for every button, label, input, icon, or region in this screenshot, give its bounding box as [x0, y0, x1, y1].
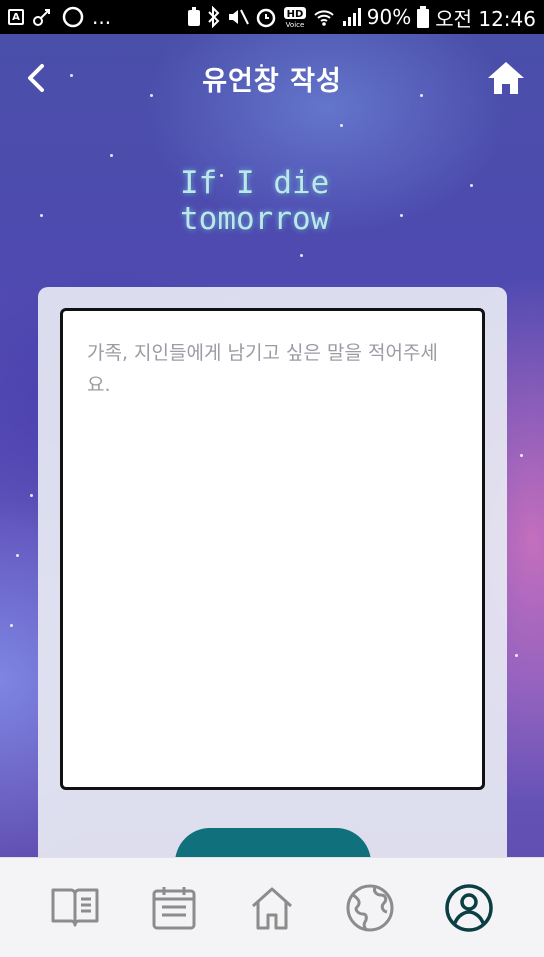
app-header: 유언장 작성	[0, 34, 544, 122]
notification-a-icon: A	[8, 9, 24, 25]
hero-line-1: If I die	[180, 165, 330, 201]
star	[110, 154, 113, 157]
back-button[interactable]	[14, 56, 58, 100]
star	[340, 124, 343, 127]
home-icon	[251, 887, 292, 929]
hero-title: If I die tomorrow	[180, 165, 400, 237]
calendar-icon	[152, 886, 196, 929]
clock: 오전 12:46	[435, 6, 536, 31]
status-more-indicator: ...	[92, 5, 112, 29]
bluetooth-icon	[207, 6, 221, 28]
wifi-icon	[313, 7, 335, 27]
signal-icon	[341, 7, 361, 27]
page-title: 유언장 작성	[202, 65, 342, 97]
star	[515, 654, 518, 657]
back-chevron-icon	[28, 64, 44, 92]
status-bar: A ... HD Voice 90% 오전 12:46	[0, 0, 544, 34]
star	[400, 214, 403, 217]
battery-percent: 90%	[366, 5, 412, 29]
star	[300, 254, 303, 257]
svg-text:Voice: Voice	[285, 21, 304, 28]
bottom-nav	[0, 857, 544, 957]
moon-icon	[62, 6, 84, 28]
nav-item-calendar[interactable]	[144, 878, 204, 938]
star	[10, 624, 13, 627]
nav-item-home[interactable]	[242, 878, 302, 938]
nav-item-book[interactable]	[45, 878, 105, 938]
star	[520, 454, 523, 457]
nav-item-globe[interactable]	[340, 878, 400, 938]
book-icon	[51, 888, 99, 926]
battery-icon	[417, 6, 430, 28]
svg-text:HD: HD	[286, 9, 303, 20]
alarm-icon	[255, 6, 277, 28]
link-icon	[32, 7, 54, 27]
star	[40, 214, 43, 217]
hero-line-2: tomorrow	[180, 201, 330, 237]
globe-icon	[346, 884, 394, 931]
star	[16, 554, 19, 557]
star	[470, 184, 473, 187]
message-textarea[interactable]	[60, 308, 485, 790]
nav-item-profile[interactable]	[439, 878, 499, 938]
star	[30, 494, 33, 497]
profile-icon	[445, 883, 493, 932]
battery-saver-icon	[187, 7, 201, 27]
home-icon	[488, 62, 524, 94]
home-button[interactable]	[482, 54, 530, 102]
mute-icon	[227, 7, 249, 27]
hd-voice-icon: HD Voice	[283, 6, 307, 28]
